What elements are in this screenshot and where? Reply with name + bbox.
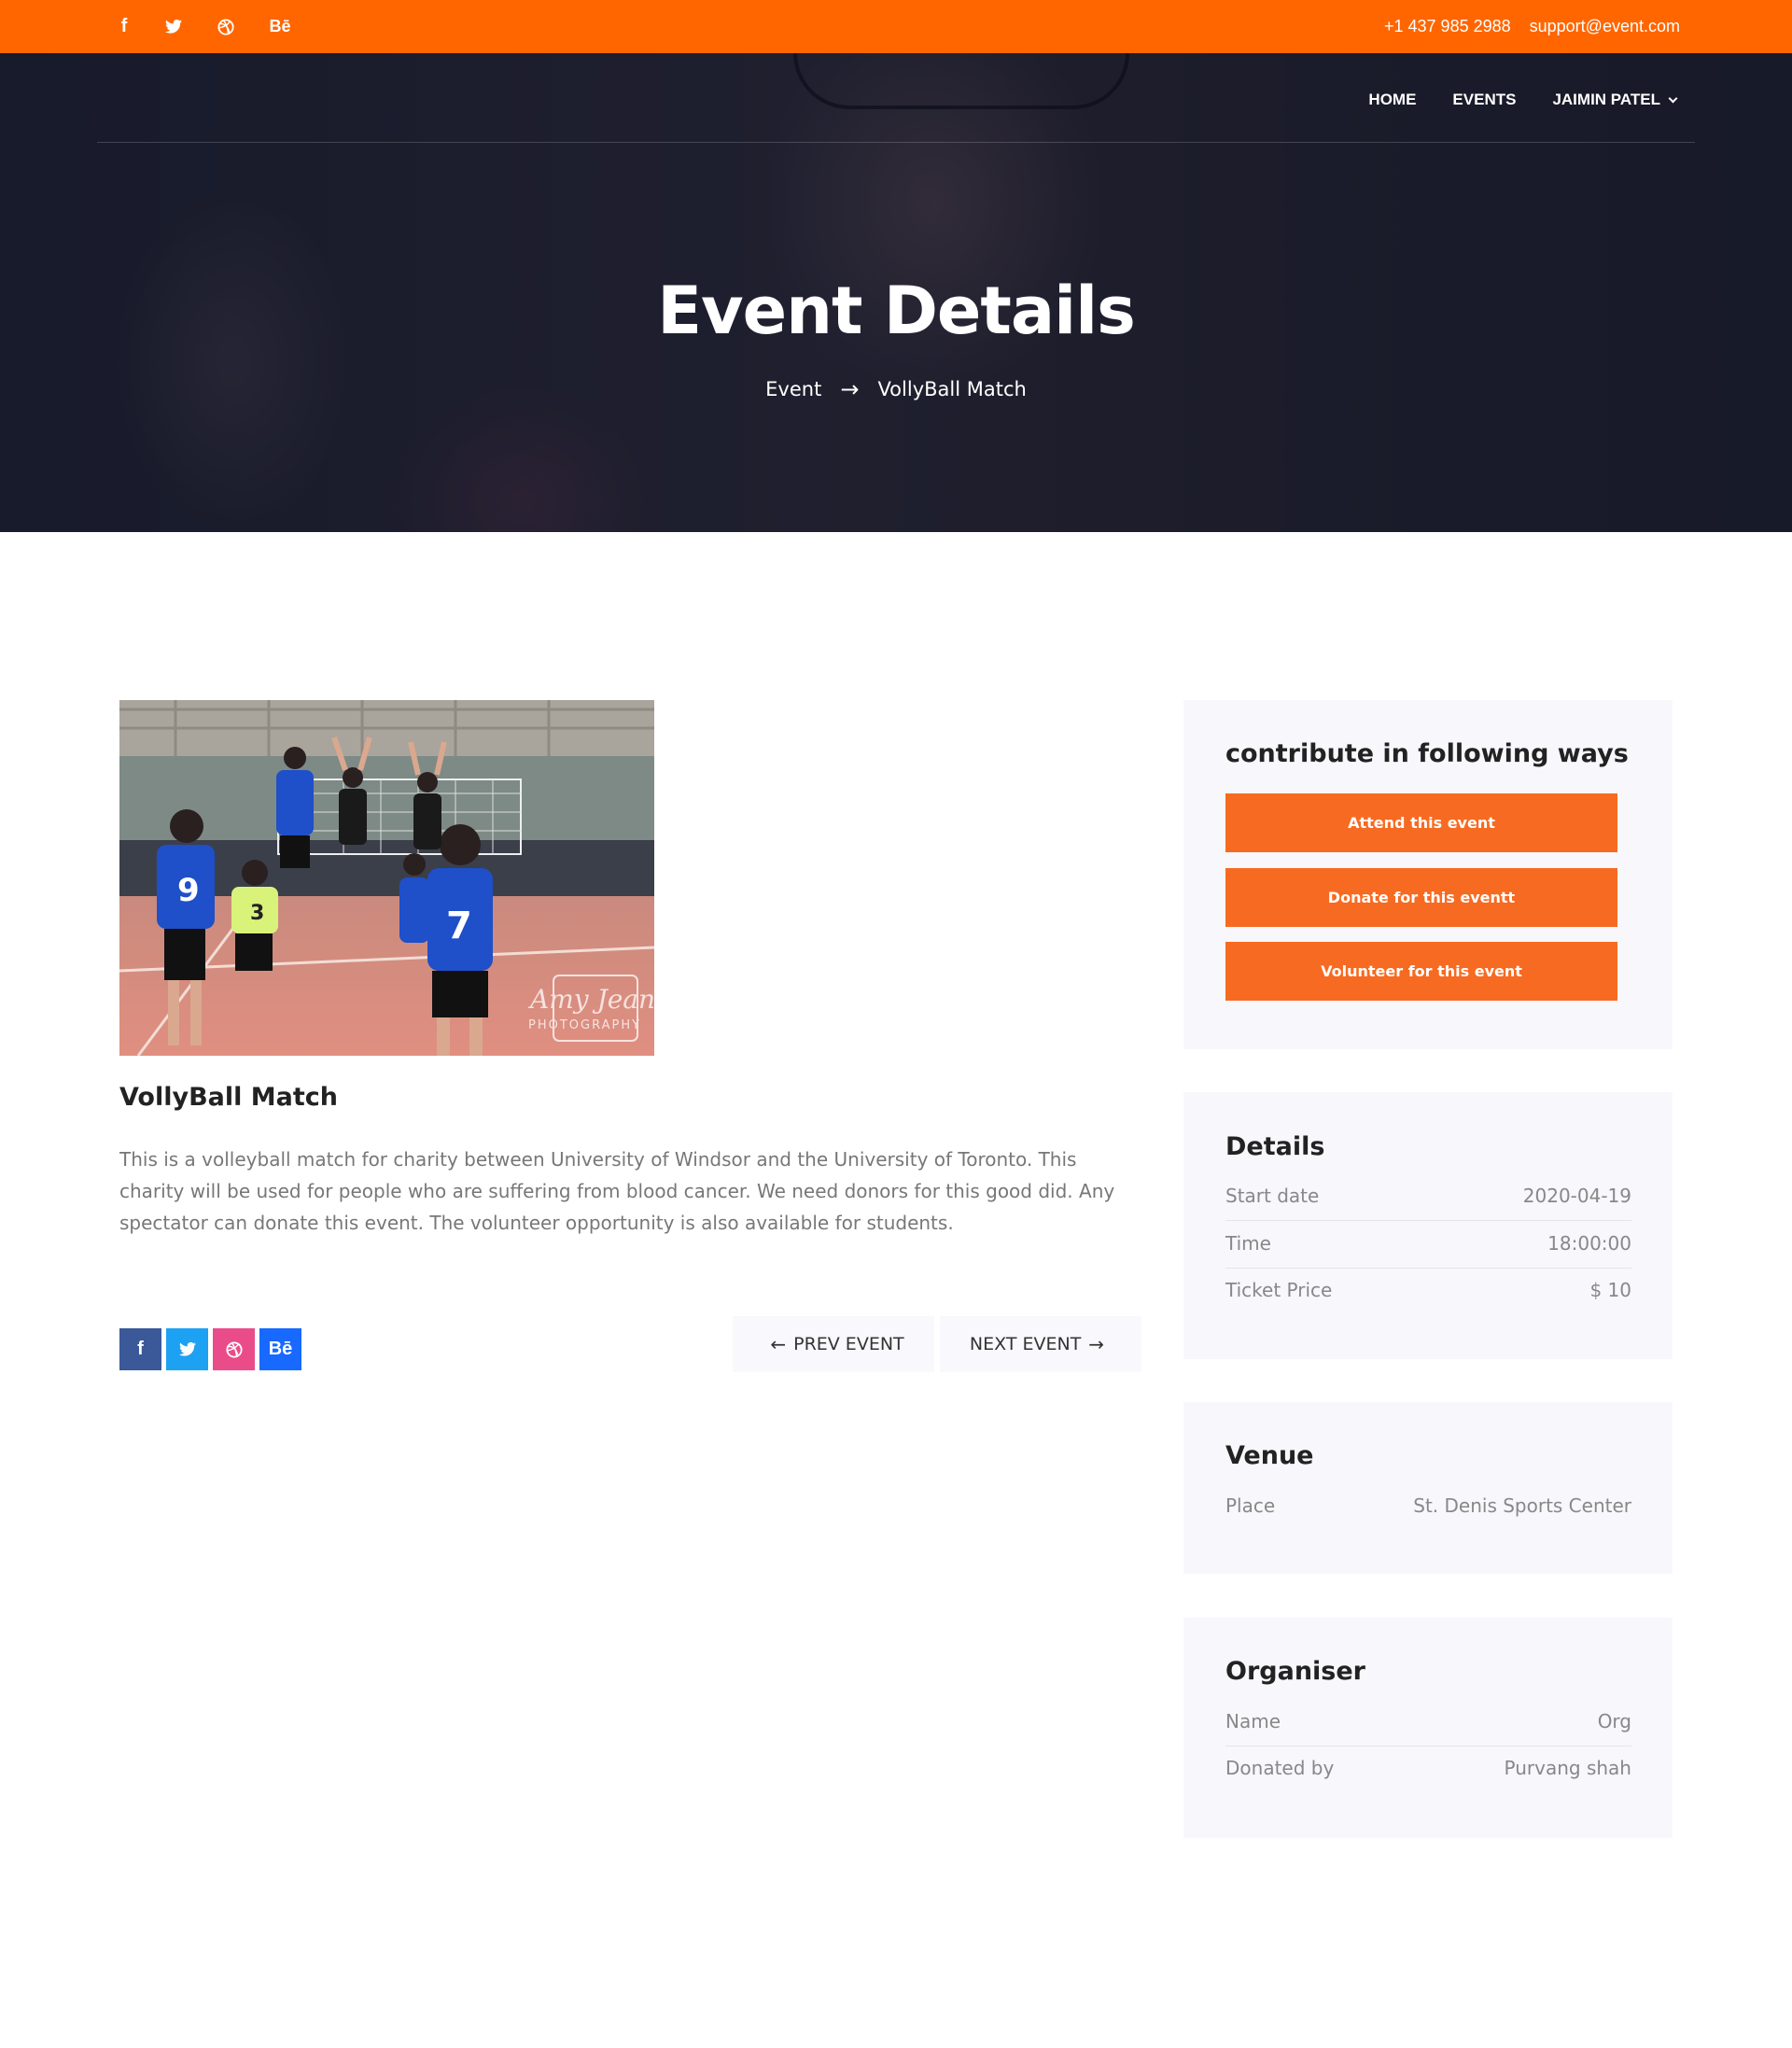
page-title: Event Details [657,273,1136,349]
prev-event-button[interactable]: ← PREV EVENT [733,1316,934,1372]
hero-banner: HOME EVENTS JAIMIN PATEL Event Details E… [0,53,1792,532]
detail-label: Time [1225,1232,1271,1255]
image-watermark: Amy Jean [527,984,654,1015]
breadcrumb-parent[interactable]: Event [765,378,821,400]
venue-row-place: Place St. Denis Sports Center [1225,1494,1631,1517]
volunteer-event-button[interactable]: Volunteer for this event [1225,942,1617,1001]
detail-label: Ticket Price [1225,1279,1333,1301]
arrow-right-icon: → [1088,1333,1105,1355]
detail-row-ticket-price: Ticket Price $ 10 [1225,1279,1631,1301]
next-event-button[interactable]: NEXT EVENT → [940,1316,1141,1372]
event-image: 9 3 7 Amy Jean PHOTOGRAPHY [119,700,654,1056]
nav-home[interactable]: HOME [1368,91,1416,109]
dribbble-icon[interactable] [217,0,235,53]
top-social-links: f Bē [118,0,325,53]
organiser-label: Donated by [1225,1757,1335,1779]
next-event-label: NEXT EVENT [969,1334,1082,1354]
details-title: Details [1225,1132,1325,1161]
organiser-title: Organiser [1225,1657,1365,1686]
organiser-label: Name [1225,1710,1281,1732]
share-dribbble-icon[interactable] [213,1328,255,1370]
organiser-row-name: Name Org [1225,1710,1631,1746]
venue-title: Venue [1225,1441,1314,1470]
svg-text:3: 3 [250,902,264,925]
breadcrumb-current: VollyBall Match [877,378,1027,400]
contact-info: +1 437 985 2988 support@event.com [1365,0,1680,53]
venue-value: St. Denis Sports Center [1413,1494,1631,1517]
breadcrumb: Event → VollyBall Match [0,376,1792,402]
detail-label: Start date [1225,1185,1320,1207]
nav-user-menu[interactable]: JAIMIN PATEL [1552,91,1678,109]
detail-value: 18:00:00 [1547,1232,1631,1255]
main-nav: HOME EVENTS JAIMIN PATEL [1332,91,1678,109]
organiser-value: Org [1597,1710,1631,1732]
event-description: This is a volleyball match for charity b… [119,1148,1115,1234]
email-link[interactable]: support@event.com [1530,17,1680,36]
attend-event-button[interactable]: Attend this event [1225,793,1617,852]
user-name: JAIMIN PATEL [1552,91,1660,108]
detail-row-time: Time 18:00:00 [1225,1232,1631,1269]
behance-icon[interactable]: Bē [269,0,291,53]
arrow-right-icon: → [840,376,860,402]
detail-value: $ 10 [1589,1279,1631,1301]
organiser-card: Organiser Name Org Donated by Purvang sh… [1183,1618,1673,1838]
nav-divider [97,142,1695,143]
venue-card: Venue Place St. Denis Sports Center [1183,1402,1673,1574]
organiser-row-donated-by: Donated by Purvang shah [1225,1757,1631,1779]
donate-event-button[interactable]: Donate for this eventt [1225,868,1617,927]
chevron-down-icon [1668,93,1678,103]
organiser-value: Purvang shah [1504,1757,1631,1779]
svg-text:PHOTOGRAPHY: PHOTOGRAPHY [528,1018,641,1032]
share-buttons: f Bē [119,1328,306,1370]
detail-value: 2020-04-19 [1522,1185,1631,1207]
nav-events[interactable]: EVENTS [1452,91,1516,109]
prev-event-label: PREV EVENT [793,1334,904,1354]
contribute-title: contribute in following ways [1225,739,1629,768]
svg-text:7: 7 [446,905,472,947]
details-card: Details Start date 2020-04-19 Time 18:00… [1183,1092,1673,1359]
contribute-card: contribute in following ways Attend this… [1183,700,1673,1049]
phone-link[interactable]: +1 437 985 2988 [1384,17,1511,36]
event-title: VollyBall Match [119,1083,339,1112]
facebook-icon[interactable]: f [118,0,131,53]
detail-row-start-date: Start date 2020-04-19 [1225,1185,1631,1221]
twitter-icon[interactable] [164,0,183,53]
top-bar: f Bē +1 437 985 2988 support@event.com [0,0,1792,53]
arrow-left-icon: ← [770,1333,787,1355]
share-behance-icon[interactable]: Bē [259,1328,301,1370]
svg-text:9: 9 [177,872,200,909]
venue-label: Place [1225,1494,1276,1517]
share-twitter-icon[interactable] [166,1328,208,1370]
share-facebook-icon[interactable]: f [119,1328,161,1370]
